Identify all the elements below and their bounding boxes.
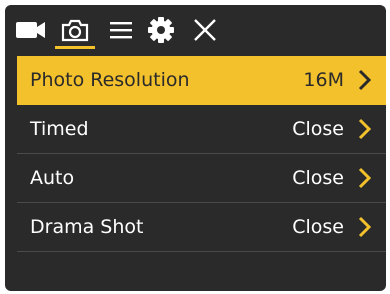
menu-item-value: 16M: [303, 69, 344, 91]
menu-item-label: Auto: [30, 167, 75, 189]
chevron-right-icon: [358, 118, 372, 140]
menu-item-label: Photo Resolution: [30, 69, 190, 91]
menu-item-timed[interactable]: Timed Close: [17, 105, 386, 154]
settings-menu: Photo Resolution 16M Timed Close Auto Cl…: [17, 56, 386, 252]
menu-item-value: Close: [292, 167, 344, 189]
menu-item-label: Timed: [30, 118, 89, 140]
selected-tab-indicator: [55, 46, 95, 49]
chevron-right-icon: [358, 167, 372, 189]
chevron-right-icon: [358, 69, 372, 91]
video-camera-icon: [15, 19, 47, 41]
tab-close[interactable]: [190, 15, 220, 45]
mode-toolbar: [5, 5, 386, 55]
menu-item-photo-resolution[interactable]: Photo Resolution 16M: [17, 56, 386, 105]
close-icon: [193, 18, 217, 42]
chevron-right-icon: [358, 216, 372, 238]
photo-camera-icon: [61, 18, 89, 42]
camera-settings-screen: Photo Resolution 16M Timed Close Auto Cl…: [5, 5, 386, 291]
menu-list-icon: [109, 19, 133, 41]
settings-gear-icon: [147, 16, 175, 44]
menu-item-drama-shot[interactable]: Drama Shot Close: [17, 203, 386, 252]
tab-photo[interactable]: [57, 15, 93, 45]
menu-item-label: Drama Shot: [30, 216, 144, 238]
menu-item-value: Close: [292, 216, 344, 238]
tab-settings[interactable]: [144, 15, 178, 45]
tab-menu[interactable]: [106, 15, 136, 45]
menu-item-auto[interactable]: Auto Close: [17, 154, 386, 203]
menu-item-value: Close: [292, 118, 344, 140]
tab-video[interactable]: [13, 15, 49, 45]
